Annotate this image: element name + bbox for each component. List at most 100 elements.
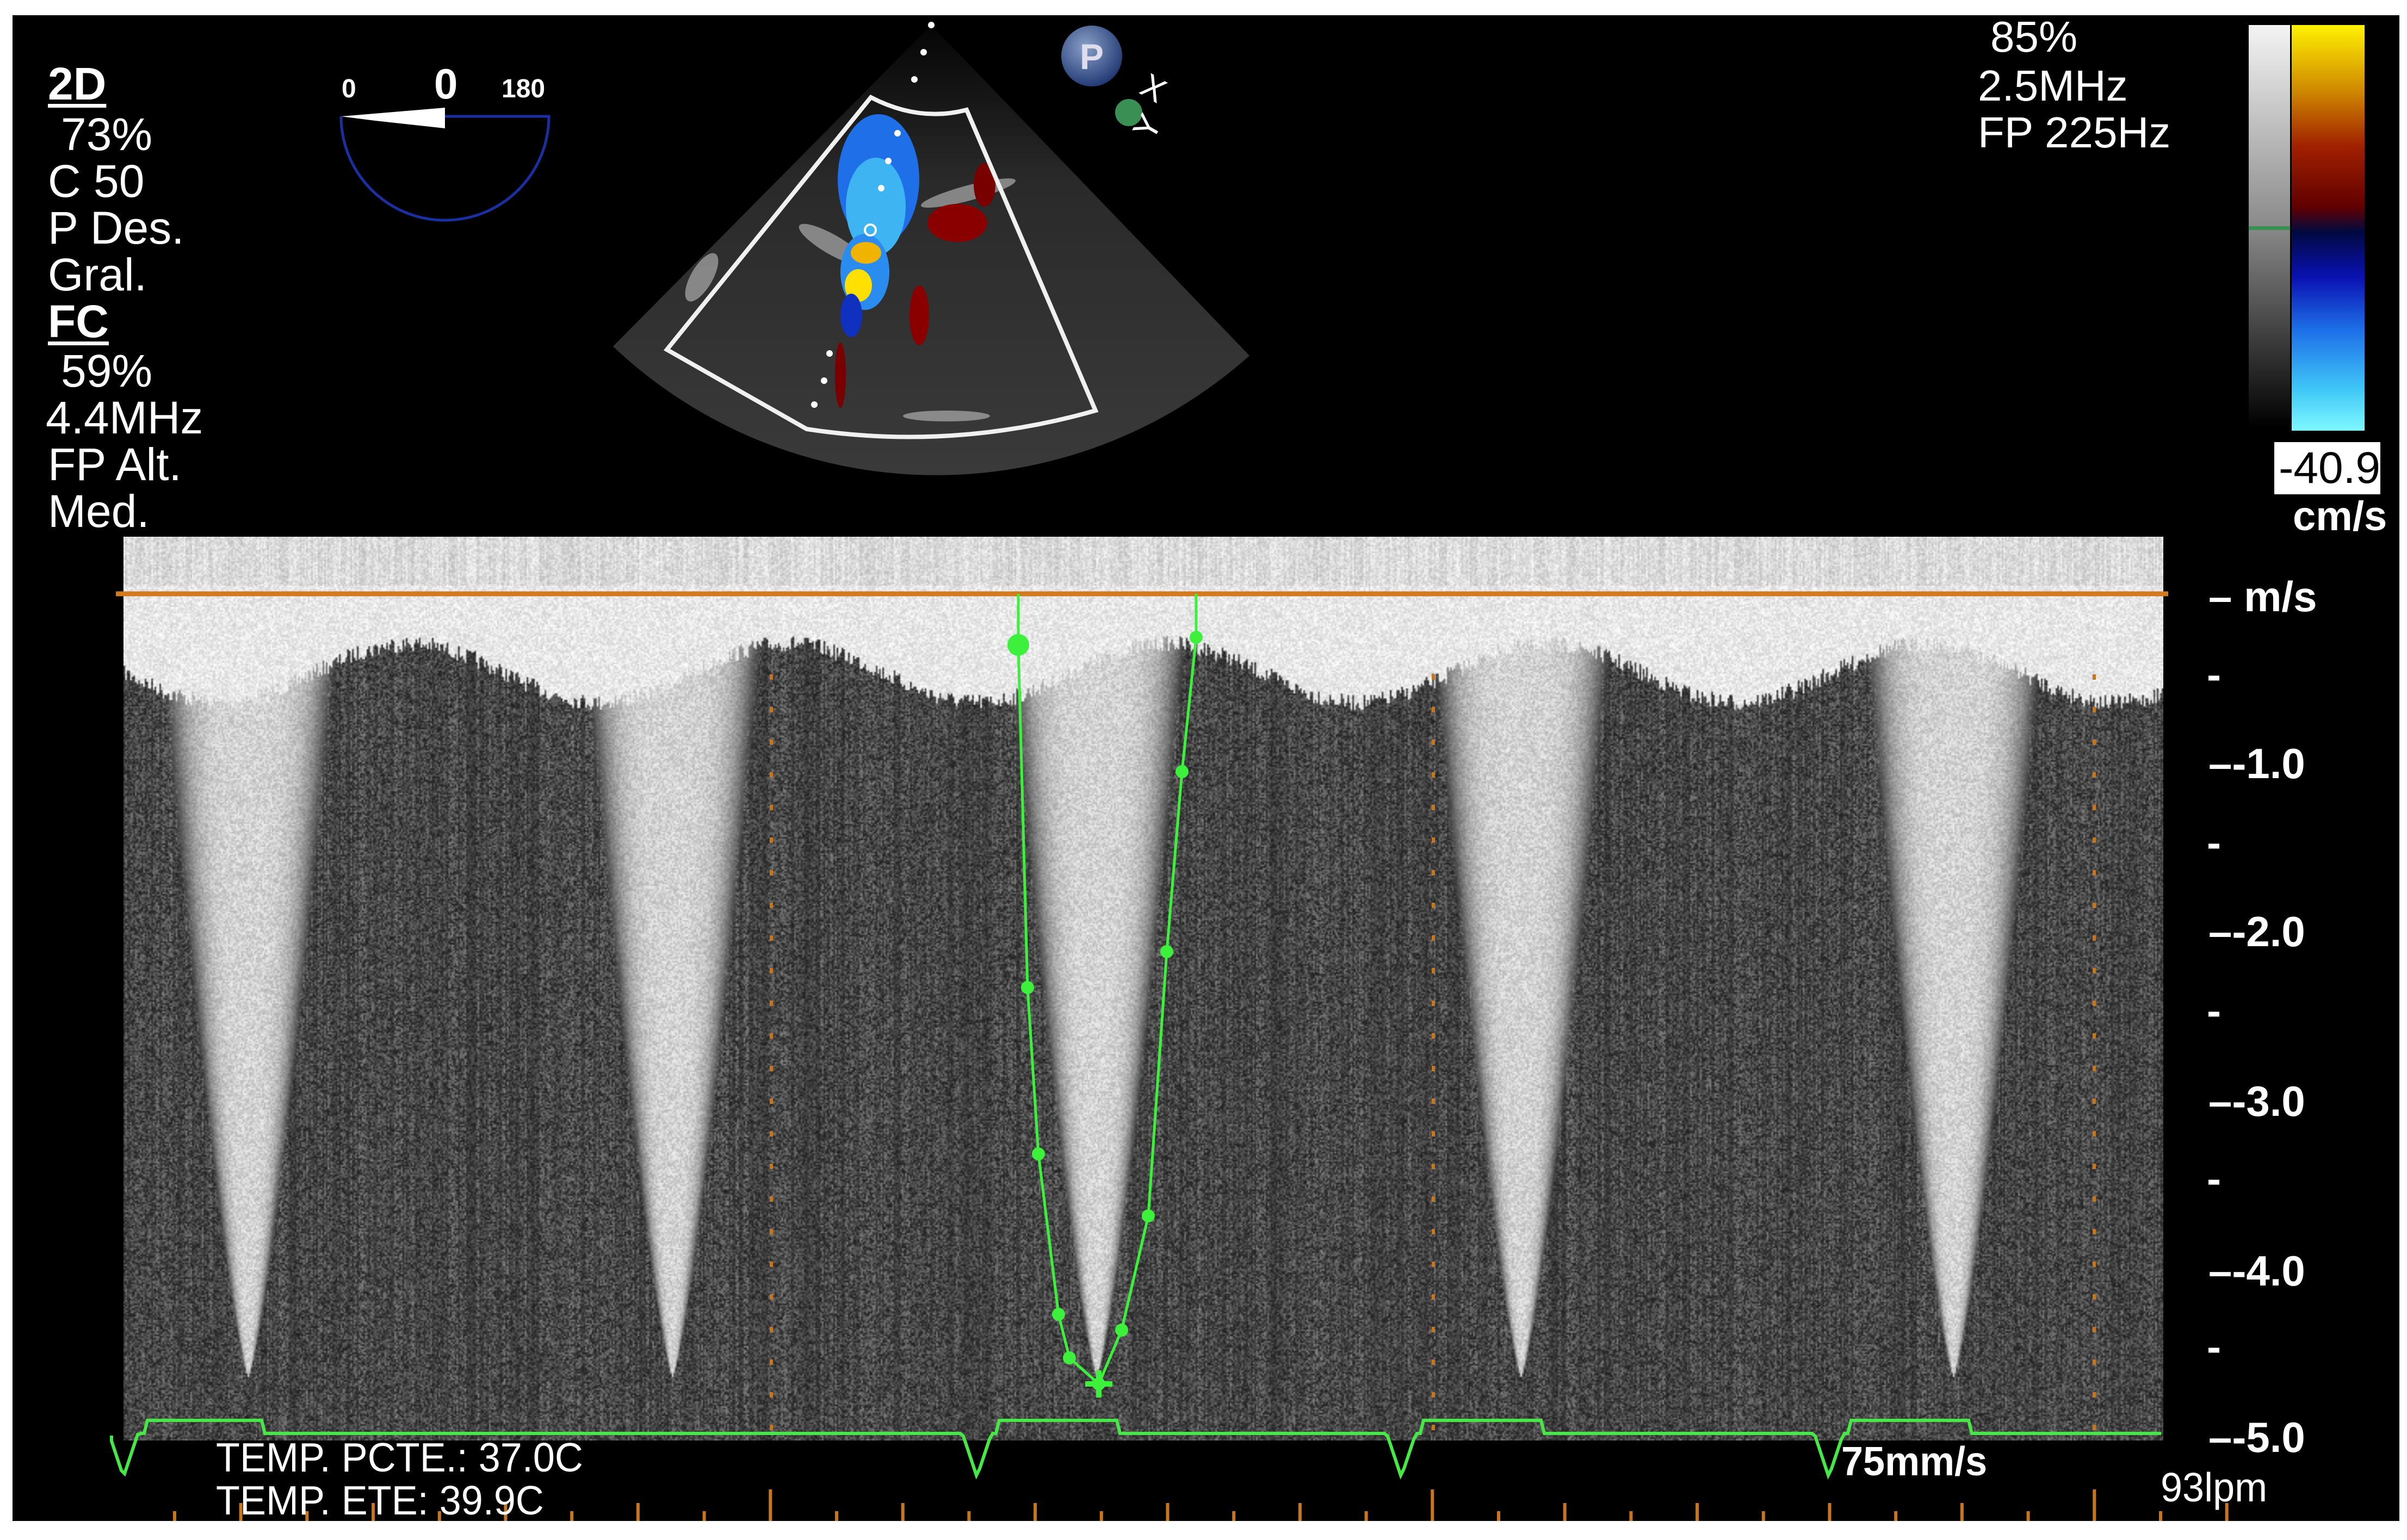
timing-dot bbox=[2093, 1359, 2096, 1365]
timing-dotted-lines bbox=[770, 674, 2096, 1430]
timing-dot bbox=[770, 1359, 773, 1365]
timing-dot bbox=[2093, 1327, 2096, 1332]
trace-point bbox=[1115, 1324, 1128, 1337]
timing-dot bbox=[770, 1425, 773, 1430]
timing-dot bbox=[2093, 1066, 2096, 1071]
timing-dot bbox=[2093, 1425, 2096, 1430]
timing-dot bbox=[770, 1066, 773, 1071]
timing-dot bbox=[2093, 935, 2096, 941]
timing-dot bbox=[770, 1229, 773, 1234]
timing-dot bbox=[770, 1098, 773, 1104]
timing-dot bbox=[770, 1294, 773, 1300]
timing-dot bbox=[1432, 1229, 1435, 1234]
timing-dot bbox=[770, 707, 773, 712]
minor-tick bbox=[2208, 1348, 2219, 1353]
timing-dot bbox=[2093, 1392, 2096, 1398]
minor-tick bbox=[2208, 1011, 2219, 1017]
sweep-speed[interactable]: 75mm/s bbox=[1841, 1441, 1987, 1482]
timing-dot bbox=[2093, 870, 2096, 875]
timing-dot bbox=[2093, 1131, 2096, 1137]
timing-dot bbox=[1432, 903, 1435, 908]
timing-dot bbox=[2093, 1033, 2096, 1039]
timing-dot bbox=[770, 1196, 773, 1202]
timing-dot bbox=[2093, 1001, 2096, 1006]
timing-dot bbox=[2093, 1262, 2096, 1267]
timing-dot bbox=[770, 674, 773, 680]
timing-dot bbox=[2093, 805, 2096, 810]
timing-dot bbox=[1432, 707, 1435, 712]
minor-tick bbox=[2208, 675, 2219, 681]
minor-tick bbox=[2208, 1179, 2219, 1185]
tick-value: -5.0 bbox=[2232, 1413, 2305, 1461]
timing-dot bbox=[1432, 1359, 1435, 1365]
timing-dot bbox=[770, 805, 773, 810]
tick-label-3: –-3.0 bbox=[2208, 1077, 2305, 1125]
timing-dot bbox=[2093, 1229, 2096, 1234]
timing-dot bbox=[2093, 1098, 2096, 1104]
timing-dot bbox=[1432, 968, 1435, 973]
timing-dot bbox=[2093, 674, 2096, 680]
minor-tick bbox=[2208, 843, 2219, 849]
timing-dot bbox=[1432, 1327, 1435, 1332]
timing-dot bbox=[2093, 740, 2096, 745]
timing-dot bbox=[2093, 772, 2096, 778]
timing-dot bbox=[770, 1033, 773, 1039]
velocity-envelope-trace[interactable] bbox=[1007, 594, 1203, 1398]
timing-dot bbox=[1432, 772, 1435, 778]
timing-dot bbox=[770, 968, 773, 973]
unit-dash: – bbox=[2208, 573, 2244, 620]
timing-dot bbox=[1432, 1392, 1435, 1398]
timing-dot bbox=[770, 903, 773, 908]
timing-dot bbox=[770, 1262, 773, 1267]
probe-temperature: TEMP. ETE: 39.9C bbox=[216, 1478, 544, 1524]
trace-point bbox=[1021, 981, 1034, 994]
timing-dot bbox=[770, 772, 773, 778]
timing-dot bbox=[1432, 1164, 1435, 1169]
timing-dot bbox=[770, 1001, 773, 1006]
timing-dot bbox=[770, 1164, 773, 1169]
velocity-unit: – m/s bbox=[2208, 575, 2317, 618]
timing-dot bbox=[770, 935, 773, 941]
tick-value: -3.0 bbox=[2232, 1077, 2305, 1125]
timing-dot bbox=[2093, 1294, 2096, 1300]
trace-point bbox=[1007, 634, 1029, 656]
timing-dot bbox=[2093, 968, 2096, 973]
timing-dot bbox=[770, 1131, 773, 1137]
timing-dot bbox=[1432, 1262, 1435, 1267]
tick-value: -2.0 bbox=[2232, 908, 2305, 955]
timing-dot bbox=[2093, 707, 2096, 712]
timing-dot bbox=[770, 1327, 773, 1332]
timing-dot bbox=[1432, 1425, 1435, 1430]
ultrasound-screen: 2D 73% C 50 P Des. Gral. FC 59% 4.4MHz F… bbox=[0, 0, 2407, 1540]
timing-dot bbox=[1432, 1066, 1435, 1071]
trace-point bbox=[1175, 765, 1189, 778]
trace-point bbox=[1160, 945, 1173, 958]
timing-dot bbox=[770, 1392, 773, 1398]
tick-label-4: –-4.0 bbox=[2208, 1247, 2305, 1295]
timing-dot bbox=[1432, 1131, 1435, 1137]
trace-line bbox=[1017, 594, 1198, 1387]
timing-dot bbox=[1432, 1001, 1435, 1006]
timing-dot bbox=[2093, 837, 2096, 843]
tick-value: -4.0 bbox=[2232, 1247, 2305, 1295]
timing-dot bbox=[770, 837, 773, 843]
timing-dot bbox=[1432, 837, 1435, 843]
trace-point bbox=[1052, 1308, 1065, 1321]
timing-dot bbox=[2093, 903, 2096, 908]
trace-point bbox=[1063, 1351, 1076, 1364]
spectral-overlay bbox=[110, 591, 2229, 1521]
timing-dot bbox=[1432, 674, 1435, 680]
timing-dot bbox=[1432, 1196, 1435, 1202]
patient-temperature: TEMP. PCTE.: 37.0C bbox=[216, 1435, 583, 1481]
velocity-unit-text: m/s bbox=[2244, 573, 2317, 620]
timing-dot bbox=[770, 870, 773, 875]
trace-point bbox=[1142, 1209, 1155, 1222]
tick-label-5: –-5.0 bbox=[2208, 1413, 2305, 1461]
timing-dot bbox=[1432, 1098, 1435, 1104]
timing-dot bbox=[2093, 1164, 2096, 1169]
timing-dot bbox=[1432, 805, 1435, 810]
timing-dot bbox=[1432, 935, 1435, 941]
trace-point bbox=[1032, 1147, 1045, 1160]
tick-value: -1.0 bbox=[2232, 740, 2305, 787]
timing-dot bbox=[1432, 740, 1435, 745]
